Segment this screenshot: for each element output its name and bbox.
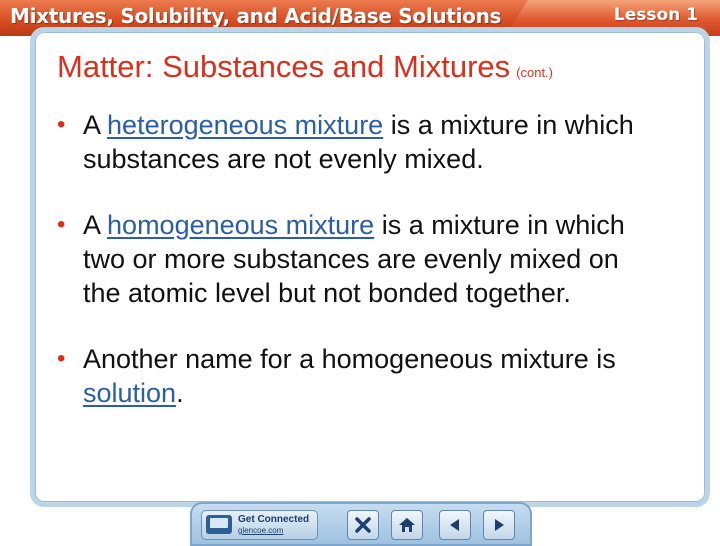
- bottom-nav-bar: Get Connected glencoe.com: [190, 502, 532, 546]
- bullet-text: A: [83, 110, 108, 140]
- close-icon: [355, 517, 371, 533]
- next-button[interactable]: [483, 510, 515, 540]
- bullet-icon: •: [57, 211, 66, 238]
- get-connected-url: glencoe.com: [238, 526, 284, 535]
- bullet-item: • A heterogeneous mixture is a mixture i…: [57, 108, 657, 176]
- close-button[interactable]: [347, 510, 379, 540]
- get-connected-label: Get Connected: [238, 514, 310, 525]
- previous-icon: [450, 519, 459, 531]
- bullet-text: A: [83, 210, 108, 240]
- bullet-text: Another name for a homogeneous mixture i…: [83, 344, 616, 374]
- previous-button[interactable]: [439, 510, 471, 540]
- bullet-item: • Another name for a homogeneous mixture…: [57, 342, 657, 410]
- home-button[interactable]: [391, 510, 423, 540]
- unit-title: Mixtures, Solubility, and Acid/Base Solu…: [10, 4, 502, 28]
- slide-title-text: Matter: Substances and Mixtures: [57, 49, 511, 84]
- slide-title-suffix: (cont.): [516, 65, 553, 80]
- bullet-icon: •: [57, 111, 66, 138]
- next-icon: [495, 519, 504, 531]
- term-link[interactable]: homogeneous mixture: [107, 210, 374, 240]
- slide-title: Matter: Substances and Mixtures (cont.): [57, 49, 553, 85]
- bullet-list: • A heterogeneous mixture is a mixture i…: [57, 108, 657, 442]
- lesson-label: Lesson 1: [613, 5, 698, 25]
- get-connected-button[interactable]: Get Connected glencoe.com: [201, 510, 318, 540]
- bullet-text: .: [176, 378, 184, 408]
- computer-icon: [206, 515, 232, 534]
- term-link[interactable]: solution: [83, 378, 176, 408]
- home-icon: [399, 518, 415, 532]
- bullet-icon: •: [57, 345, 66, 372]
- bullet-item: • A homogeneous mixture is a mixture in …: [57, 208, 657, 310]
- term-link[interactable]: heterogeneous mixture: [107, 110, 383, 140]
